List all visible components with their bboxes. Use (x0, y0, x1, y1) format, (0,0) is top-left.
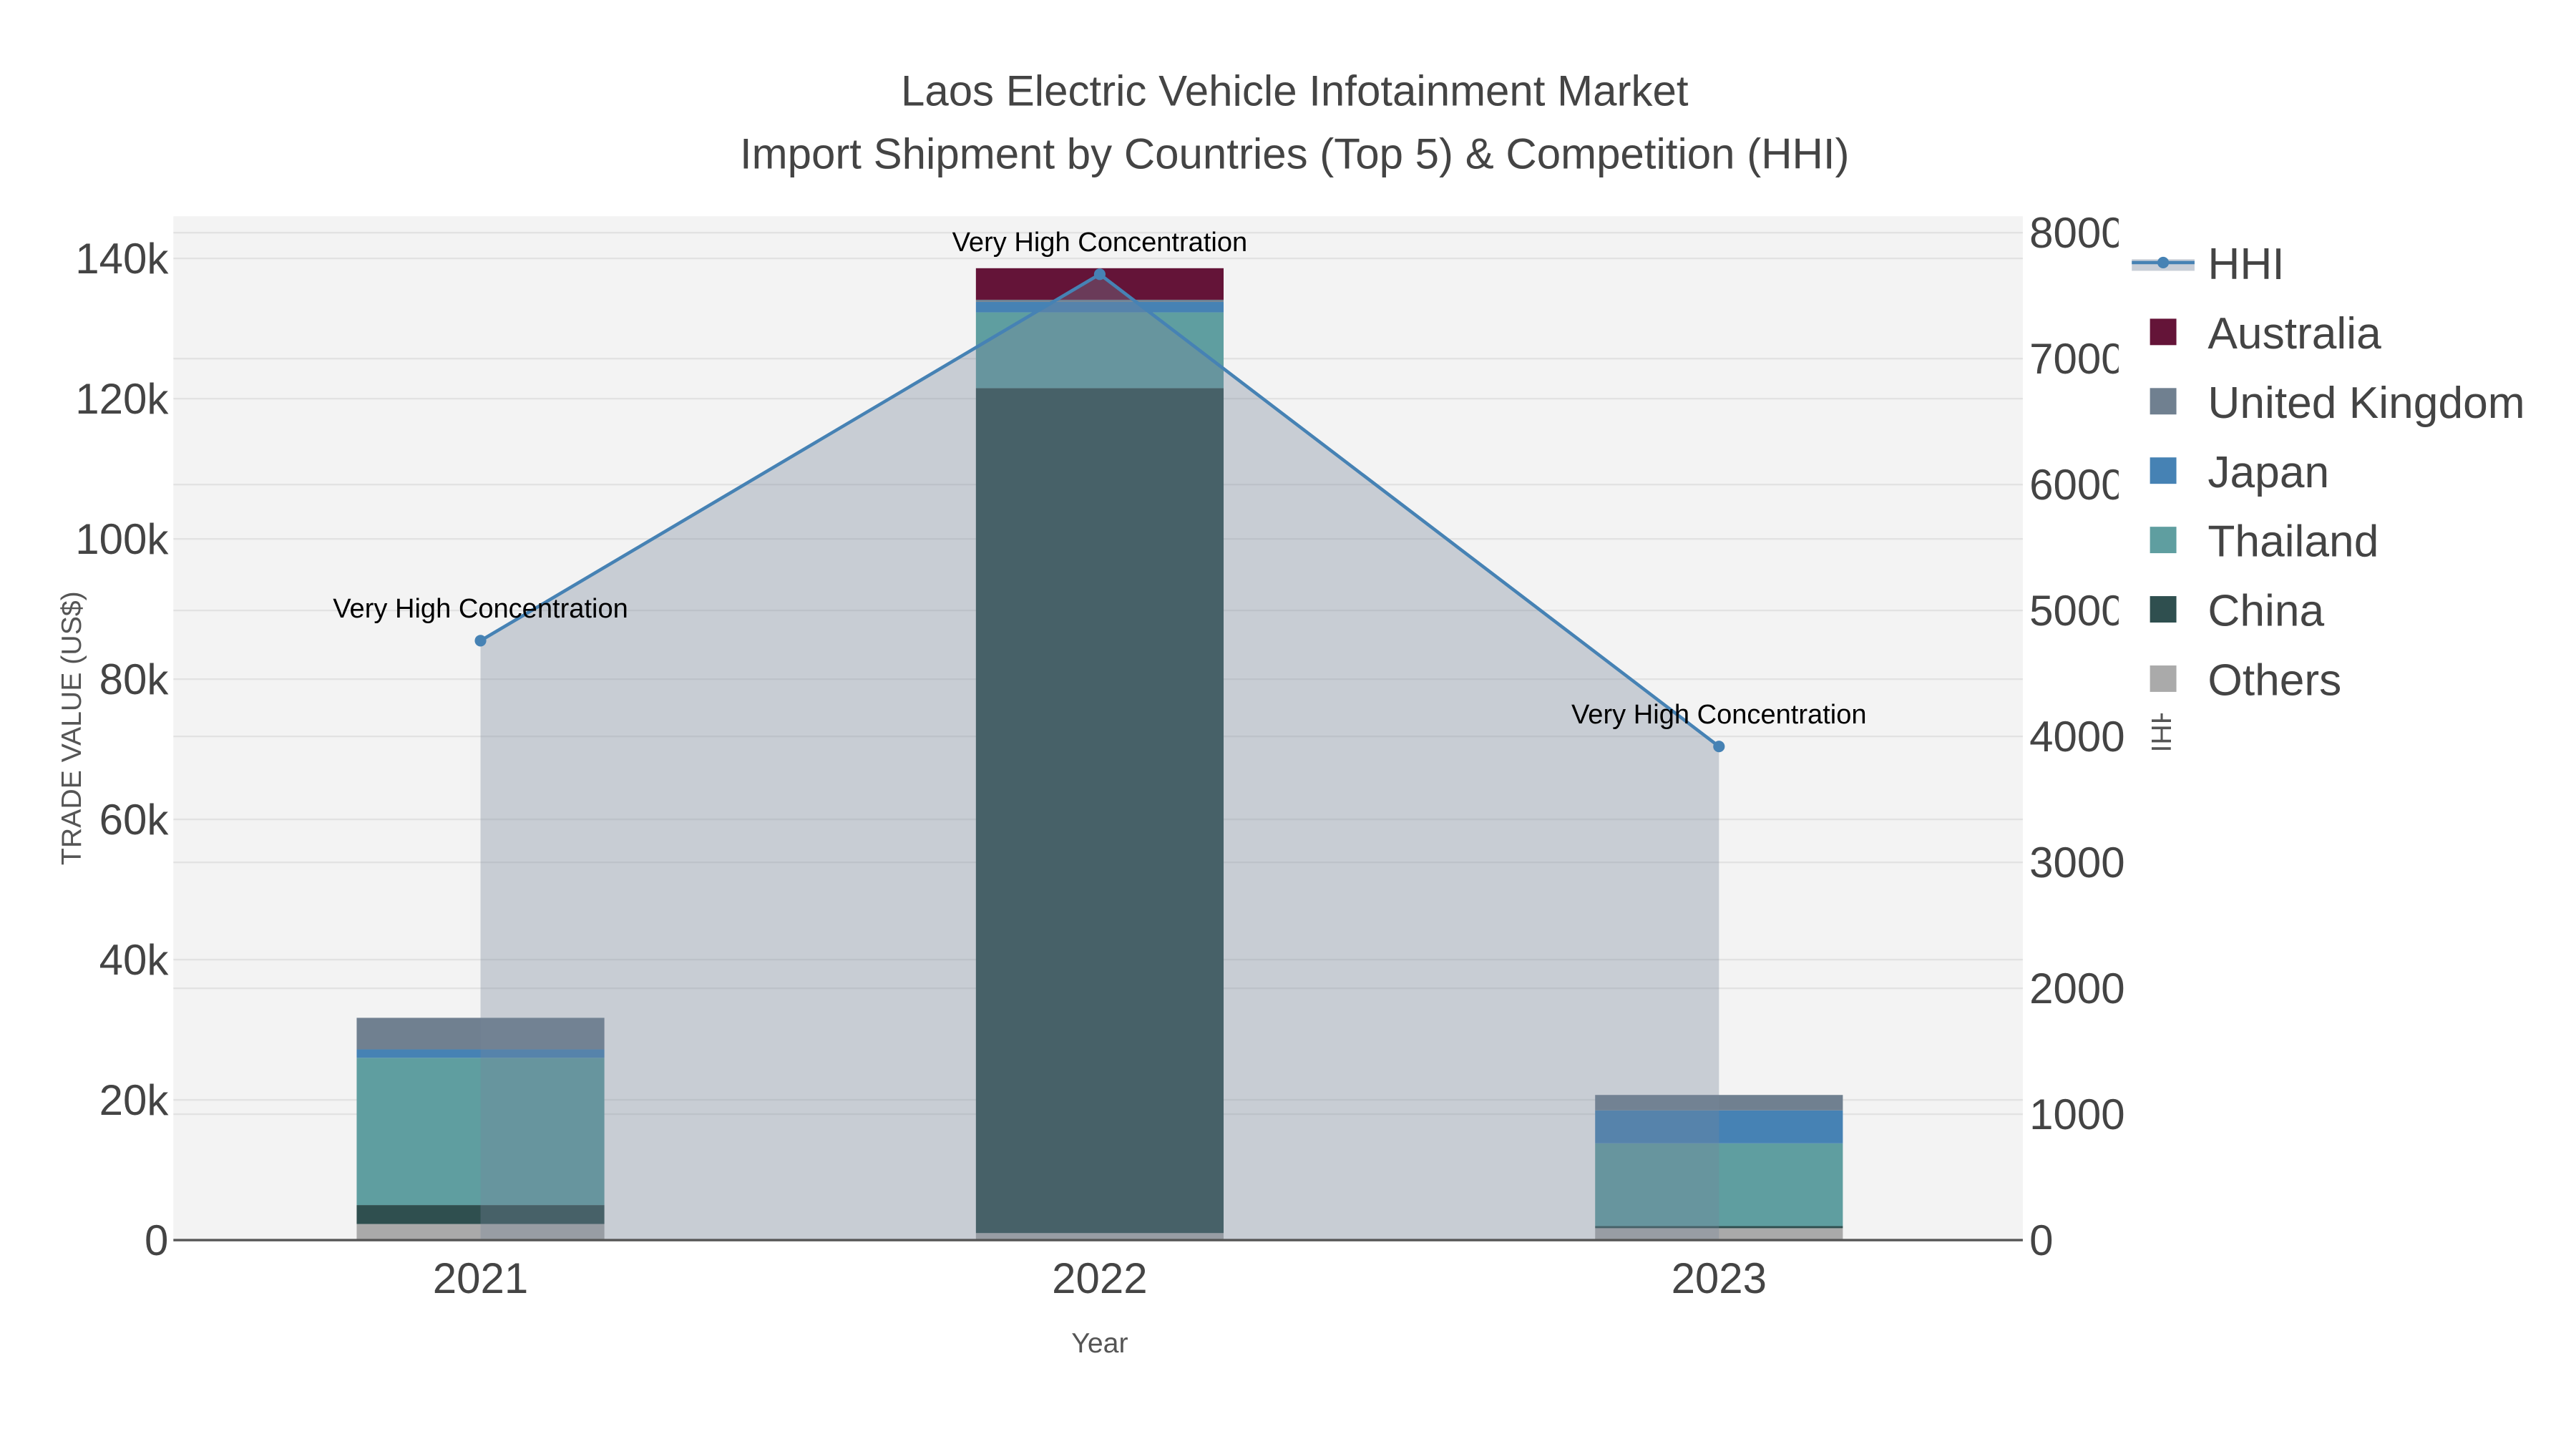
y-tick-label: 60k (99, 796, 170, 844)
legend-label: United Kingdom (2207, 379, 2524, 428)
y2-tick-label: 4000 (2029, 713, 2124, 761)
hhi-annotation: Very High Concentration (1571, 700, 1867, 730)
y2-tick-label: 1000 (2029, 1091, 2124, 1138)
x-axis-title: Year (1071, 1327, 1128, 1359)
hhi-annotation: Very High Concentration (952, 228, 1248, 258)
y2-tick-label: 7000 (2029, 335, 2124, 383)
y2-tick-label: 3000 (2029, 839, 2124, 887)
y2-tick-label: 6000 (2029, 461, 2124, 509)
legend-swatch-japan (2150, 457, 2177, 484)
hhi-annotation: Very High Concentration (333, 594, 628, 624)
hhi-point-2023 (1713, 741, 1725, 753)
chart-title: Laos Electric Vehicle Infotainment Marke… (901, 67, 1689, 115)
y2-tick-label: 0 (2029, 1216, 2053, 1264)
legend-swatch-china (2150, 596, 2177, 623)
chart-subtitle: Import Shipment by Countries (Top 5) & C… (740, 130, 1850, 177)
legend-hhi-marker (2157, 256, 2170, 268)
y-tick-label: 140k (75, 235, 169, 283)
y2-tick-label: 8000 (2029, 209, 2124, 257)
legend-label: Australia (2207, 309, 2381, 358)
x-tick-label: 2021 (433, 1254, 528, 1302)
y-tick-label: 120k (75, 375, 169, 423)
hhi-point-2022 (1093, 268, 1106, 280)
y2-tick-label: 2000 (2029, 965, 2124, 1013)
y-tick-label: 100k (75, 515, 169, 563)
legend-label: Thailand (2207, 517, 2379, 567)
y2-tick-label: 5000 (2029, 587, 2124, 635)
y-axis-title: TRADE VALUE (US$) (56, 591, 87, 865)
y-tick-label: 0 (145, 1216, 168, 1264)
chart: Laos Electric Vehicle Infotainment Marke… (56, 67, 2576, 1359)
legend-swatch-thailand (2150, 527, 2177, 554)
legend-swatch-others (2150, 665, 2177, 692)
y-tick-label: 20k (99, 1076, 170, 1124)
legend-label: Japan (2207, 448, 2329, 497)
legend-label: China (2207, 587, 2324, 636)
x-tick-label: 2022 (1052, 1254, 1147, 1302)
legend-label: HHI (2207, 240, 2284, 289)
hhi-point-2021 (474, 635, 487, 647)
legend-label: Others (2207, 656, 2341, 706)
y-tick-label: 40k (99, 936, 170, 984)
legend-background (2118, 218, 2576, 713)
legend-swatch-australia (2150, 318, 2177, 346)
legend-swatch-united-kingdom (2150, 388, 2177, 415)
x-tick-label: 2023 (1672, 1254, 1767, 1302)
y-tick-label: 80k (99, 655, 170, 703)
